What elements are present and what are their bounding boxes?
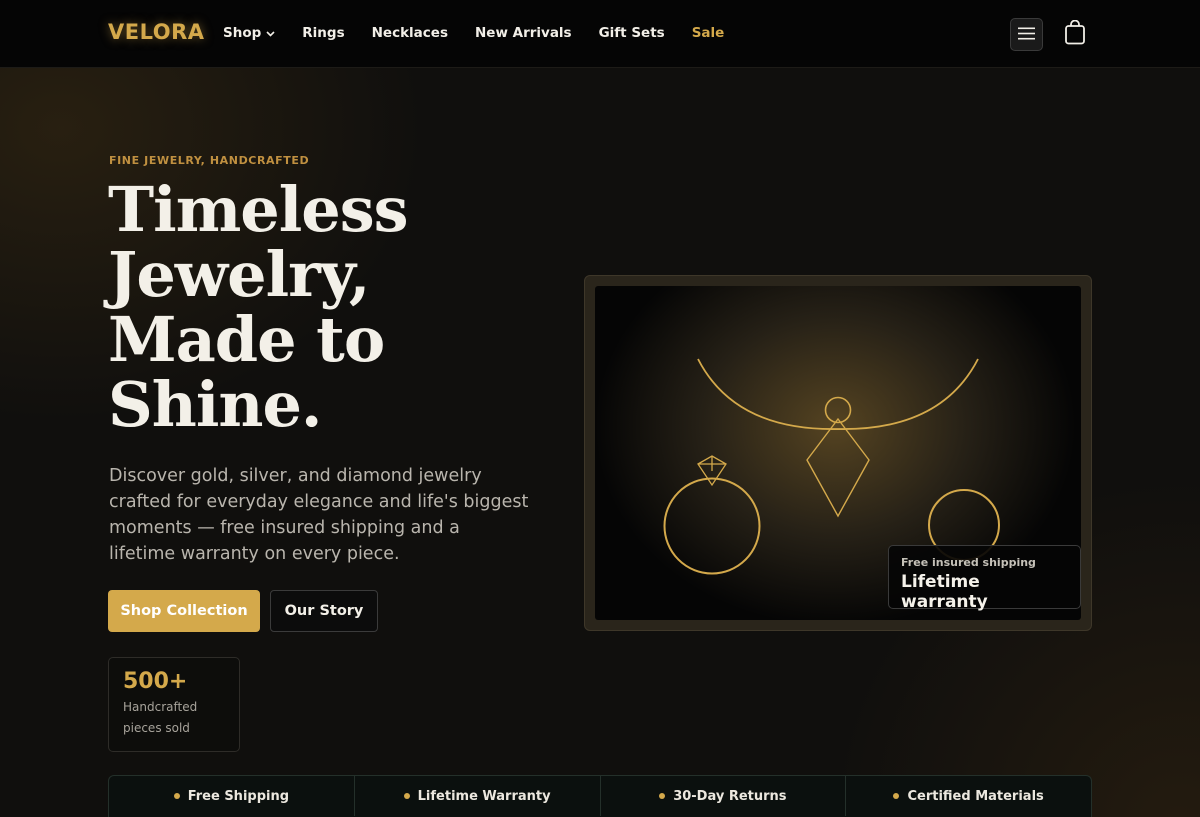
nav-link-new-arrivals[interactable]: New Arrivals (475, 25, 572, 41)
feature-label: Lifetime Warranty (417, 788, 551, 804)
menu-button[interactable] (1010, 18, 1043, 51)
hero-eyebrow: FINE JEWELRY, HANDCRAFTED (109, 154, 310, 167)
nav-links: Shop Rings Necklaces New Arrivals Gift S… (223, 25, 751, 41)
bullet-dot-icon (659, 793, 666, 799)
nav-link-sale[interactable]: Sale (692, 25, 725, 41)
bullet-dot-icon (403, 793, 410, 799)
top-nav: VELORA Shop Rings Necklaces New Arrivals… (0, 0, 1200, 68)
feature-label: 30-Day Returns (673, 788, 787, 804)
badge-shipping-text: Free insured shipping (901, 556, 1036, 569)
hero-subcopy: Discover gold, silver, and diamond jewel… (109, 466, 529, 564)
nav-link-gift-sets[interactable]: Gift Sets (599, 25, 665, 41)
feature-item: 30-Day Returns (601, 776, 847, 816)
feature-strip: Free Shipping Lifetime Warranty 30-Day R… (108, 775, 1092, 817)
shopping-bag-icon (1064, 19, 1086, 49)
feature-item: Lifetime Warranty (355, 776, 601, 816)
feature-item: Certified Materials (846, 776, 1091, 816)
stat-value: 500+ (123, 669, 188, 694)
nav-link-rings[interactable]: Rings (302, 25, 344, 41)
shop-collection-button[interactable]: Shop Collection (108, 590, 260, 632)
hero-headline: Timeless Jewelry, Made to Shine. (108, 173, 409, 441)
warranty-badge: Free insured shipping Lifetime warranty (888, 545, 1081, 612)
brand-logo[interactable]: VELORA (108, 20, 205, 44)
feature-label: Free Shipping (187, 788, 290, 804)
stat-card: 500+ Handcrafted pieces sold (108, 657, 240, 752)
feature-label: Certified Materials (907, 788, 1044, 804)
hamburger-icon (1018, 25, 1035, 44)
cart-button[interactable] (1063, 19, 1087, 49)
our-story-button[interactable]: Our Story (270, 590, 378, 632)
nav-link-necklaces[interactable]: Necklaces (372, 25, 448, 41)
nav-link-shop[interactable]: Shop (223, 25, 275, 41)
feature-item: Free Shipping (109, 776, 355, 816)
showcase-frame: Free insured shipping Lifetime warranty (584, 275, 1092, 631)
showcase-image: Free insured shipping Lifetime warranty (595, 286, 1081, 620)
bullet-dot-icon (173, 793, 180, 799)
diamond-ring-icon (663, 455, 761, 575)
nav-link-label: Shop (223, 25, 262, 41)
stat-label: Handcrafted pieces sold (123, 700, 198, 735)
pendant-icon (806, 396, 870, 518)
bullet-dot-icon (893, 793, 900, 799)
chevron-down-icon (266, 25, 275, 41)
badge-warranty-text: Lifetime warranty (901, 572, 988, 612)
